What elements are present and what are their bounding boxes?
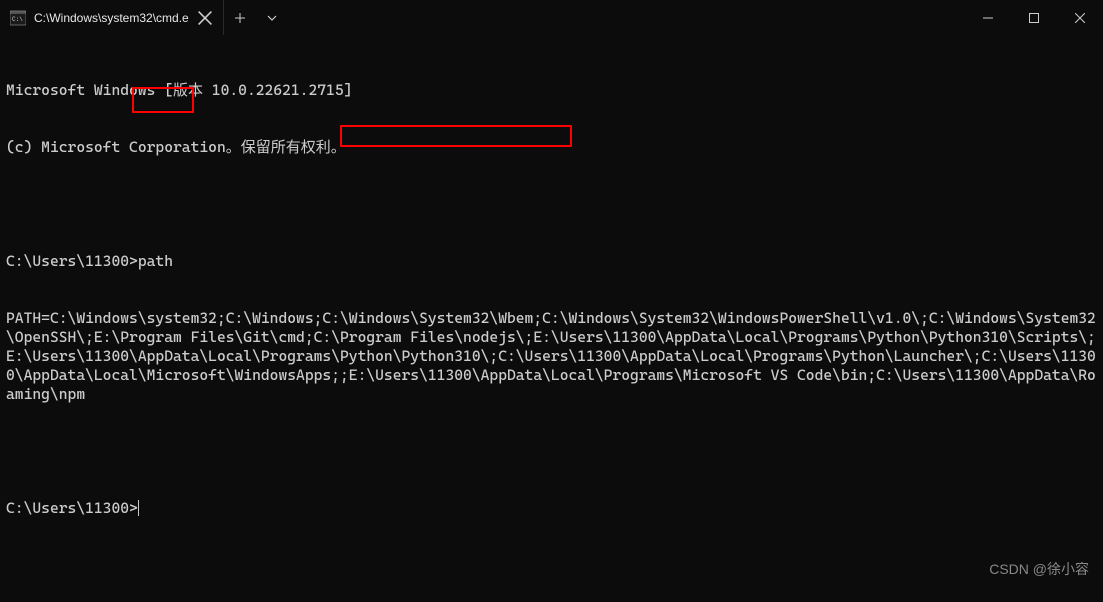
window-tab[interactable]: C:\ C:\Windows\system32\cmd.e — [0, 0, 224, 35]
prompt: C:\Users\11300> — [6, 499, 138, 517]
path-output: PATH=C:\Windows\system32;C:\Windows;C:\W… — [6, 309, 1097, 404]
watermark: CSDN @徐小容 — [989, 559, 1089, 579]
command-line-2: C:\Users\11300> — [6, 499, 1097, 518]
window-controls — [965, 0, 1103, 35]
window-close-button[interactable] — [1057, 0, 1103, 35]
tab-dropdown-button[interactable] — [256, 0, 288, 35]
version-line: Microsoft Windows [版本 10.0.22621.2715] — [6, 81, 1097, 100]
terminal-output[interactable]: Microsoft Windows [版本 10.0.22621.2715] (… — [0, 35, 1103, 602]
title-bar: C:\ C:\Windows\system32\cmd.e — [0, 0, 1103, 35]
tab-actions — [224, 0, 288, 35]
entered-command: path — [138, 252, 173, 270]
new-tab-button[interactable] — [224, 0, 256, 35]
cursor — [138, 500, 139, 516]
maximize-button[interactable] — [1011, 0, 1057, 35]
blank-line — [6, 442, 1097, 461]
svg-text:C:\: C:\ — [12, 16, 23, 23]
close-tab-icon[interactable] — [197, 10, 213, 26]
copyright-line: (c) Microsoft Corporation。保留所有权利。 — [6, 138, 1097, 157]
command-line-1: C:\Users\11300>path — [6, 252, 1097, 271]
tab-title: C:\Windows\system32\cmd.e — [34, 11, 189, 25]
minimize-button[interactable] — [965, 0, 1011, 35]
cmd-icon: C:\ — [10, 10, 26, 26]
blank-line — [6, 195, 1097, 214]
prompt: C:\Users\11300> — [6, 252, 138, 270]
